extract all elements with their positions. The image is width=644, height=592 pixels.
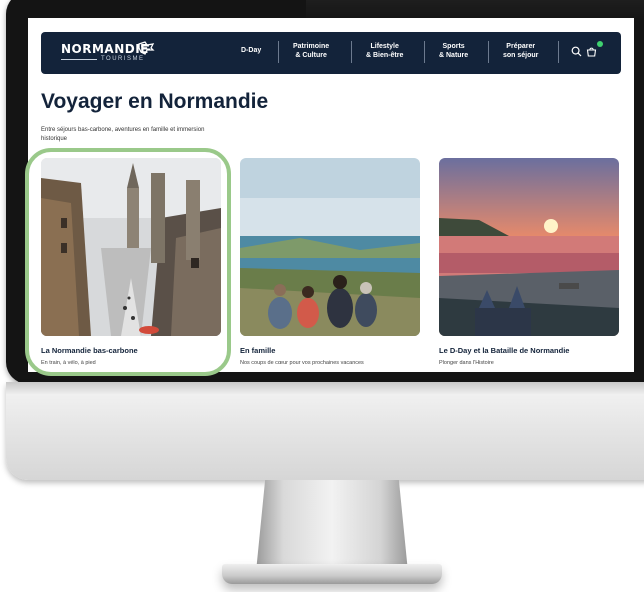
- logo-text: NORMANDIE: [61, 42, 149, 56]
- nav-item-label: Patrimoine: [293, 43, 330, 50]
- search-icon[interactable]: [571, 46, 582, 57]
- normandy-lions-icon: [138, 41, 155, 55]
- nav-item-patrimoine[interactable]: Patrimoine & Culture: [293, 42, 329, 60]
- nav-item-lifestyle[interactable]: Lifestyle & Bien-être: [366, 42, 403, 60]
- nav-item-label: & Bien-être: [366, 52, 404, 59]
- monitor-stand-base: [222, 564, 442, 584]
- nav-divider: [558, 41, 559, 63]
- cart-icon[interactable]: [586, 46, 597, 57]
- nav-item-label: son séjour: [503, 52, 539, 59]
- logo-divider: [61, 59, 97, 60]
- nav-item-label: Lifestyle: [370, 43, 399, 50]
- card-subtitle: Plonger dans l'Histoire: [439, 360, 494, 366]
- nav-item-label: D-Day: [241, 47, 262, 54]
- nav-divider: [424, 41, 425, 63]
- nav-item-preparer[interactable]: Préparer son séjour: [503, 42, 538, 60]
- card-image-sunset-beach: [439, 158, 619, 336]
- top-navbar: NORMANDIE TOURISME D-Day Patrimoine & Cu…: [41, 32, 621, 74]
- monitor-chin: [6, 382, 644, 480]
- card-subtitle: Nos coups de cœur pour vos prochaines va…: [240, 360, 364, 366]
- card-title: Le D-Day et la Bataille de Normandie: [439, 346, 570, 355]
- nav-divider: [488, 41, 489, 63]
- card-image-family-seaside: [240, 158, 420, 336]
- monitor-chin-edge: [6, 382, 644, 394]
- cart-badge: [597, 41, 603, 47]
- nav-item-label: & Culture: [295, 52, 327, 59]
- nav-divider: [278, 41, 279, 63]
- nav-item-label: Sports: [442, 43, 465, 50]
- monitor-stand-neck: [256, 480, 408, 572]
- highlight-ring: [25, 148, 231, 376]
- nav-item-label: & Nature: [439, 52, 469, 59]
- nav-item-dday[interactable]: D-Day: [241, 46, 261, 55]
- page-intro: Entre séjours bas-carbone, aventures en …: [41, 127, 205, 142]
- nav-item-sports[interactable]: Sports & Nature: [439, 42, 468, 60]
- page-title: Voyager en Normandie: [41, 90, 269, 113]
- nav-divider: [351, 41, 352, 63]
- card-title: En famille: [240, 346, 276, 355]
- nav-item-label: Préparer: [506, 43, 536, 50]
